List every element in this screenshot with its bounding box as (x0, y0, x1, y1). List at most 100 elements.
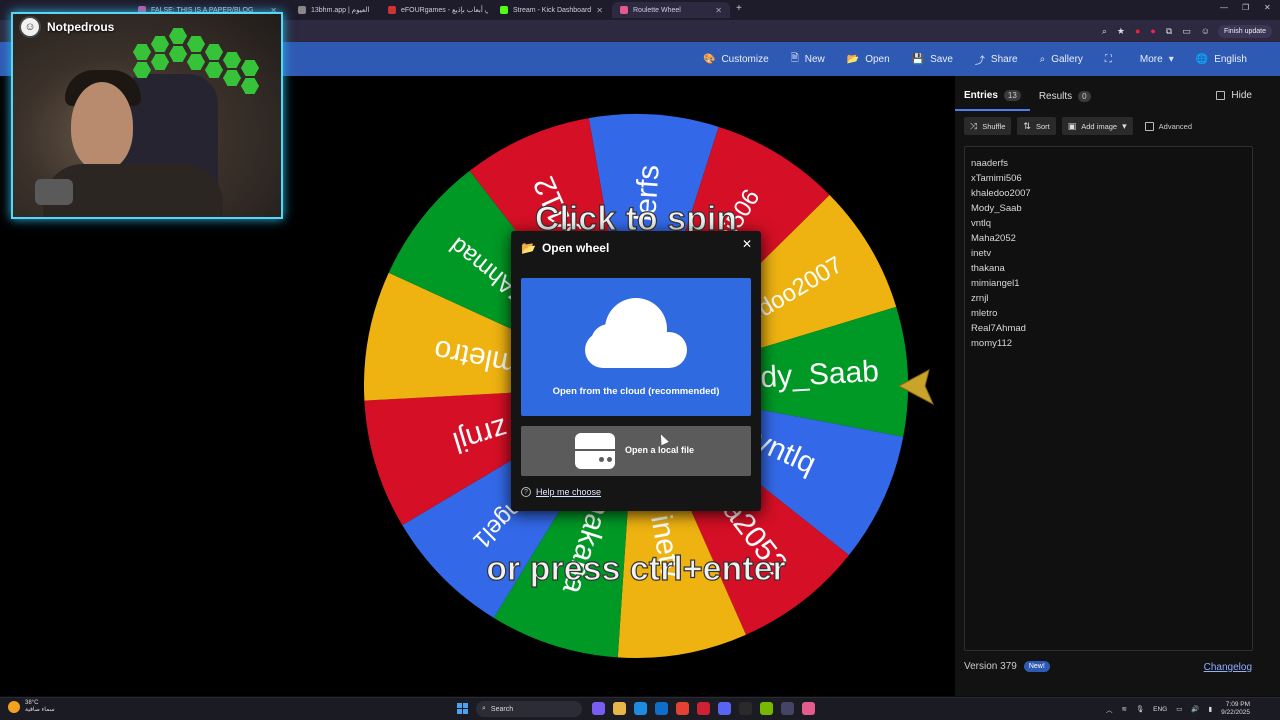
streamer-name: Notpedrous (47, 20, 115, 34)
browser-tab[interactable]: Stream - Kick Dashboard ✕ (492, 2, 610, 18)
toolbar-gallery-button[interactable]: ⌕ Gallery (1029, 42, 1094, 76)
sort-icon: ⇅ (1023, 120, 1031, 131)
entries-toolbar: ⤨ Shuffle ⇅ Sort ▣ Add image ▾ Advanced (964, 117, 1192, 135)
results-count-badge: 0 (1078, 91, 1091, 102)
toolbar-save-button[interactable]: 💾 Save (901, 42, 964, 76)
folder-open-icon: 📂 (521, 241, 536, 255)
changelog-link[interactable]: Changelog (1204, 662, 1252, 673)
volume-icon[interactable]: 🔊 (1191, 705, 1199, 713)
tab-favicon-icon (500, 6, 508, 14)
finish-update-button[interactable]: Finish update (1217, 25, 1272, 38)
checkbox-icon[interactable] (1144, 121, 1154, 131)
entry-line: Mody_Saab (971, 203, 1022, 214)
app-icon[interactable] (781, 702, 794, 715)
app-icon[interactable] (697, 702, 710, 715)
chevron-up-icon[interactable]: ︿ (1106, 704, 1113, 714)
tab-entries[interactable]: Entries 13 (955, 86, 1030, 111)
language-indicator[interactable]: ENG (1153, 706, 1167, 713)
toolbar-share-button[interactable]: ⤴ Share (964, 42, 1029, 76)
avatar: ☺ (19, 16, 41, 38)
share-icon: ⤴ (974, 55, 985, 67)
open-from-cloud-button[interactable]: Open from the cloud (recommended) (521, 278, 751, 416)
browser-tab[interactable]: Roulette Wheel ✕ (612, 2, 730, 18)
search-icon: ⌕ (482, 705, 486, 712)
entry-line: Maha2052 (971, 233, 1016, 244)
toolbar-fullscreen-button[interactable]: ⛶ (1094, 42, 1129, 76)
webcam-overlay: ☺ Notpedrous (11, 12, 283, 219)
panel-tabs: Entries 13 Results 0 (955, 86, 1100, 111)
taskbar-search[interactable]: ⌕ Search (476, 701, 582, 717)
tab-results[interactable]: Results 0 (1030, 86, 1100, 111)
nvidia-icon[interactable] (760, 702, 773, 715)
close-tab-icon[interactable]: ✕ (374, 6, 375, 15)
cloud-button-label: Open from the cloud (recommended) (552, 386, 720, 397)
toolbar-open-button[interactable]: 📂 Open (836, 42, 901, 76)
sun-icon (8, 701, 20, 713)
wifi-icon[interactable]: ≋ (1121, 705, 1126, 713)
cloud-icon (585, 298, 687, 368)
maximize-icon[interactable]: ❐ (1242, 3, 1249, 12)
add-image-button[interactable]: ▣ Add image ▾ (1061, 117, 1133, 135)
version-info: Version 379 New! (964, 661, 1050, 672)
sidebar-icon[interactable]: ▭ (1182, 26, 1191, 37)
chevron-down-icon: ▾ (1168, 53, 1174, 65)
fullscreen-icon: ⛶ (1104, 53, 1112, 65)
entry-line: momy112 (971, 338, 1013, 349)
globe-icon: 🌐 (1195, 53, 1209, 65)
hide-checkbox[interactable]: Hide (1216, 90, 1252, 101)
profile-icon[interactable]: ☺ (1201, 26, 1210, 37)
file-explorer-icon[interactable] (613, 702, 626, 715)
system-tray: ︿ ≋ 🎙 ENG ▭ 🔊 ▮ 7:09 PM 9/22/2025 (1106, 701, 1250, 717)
windows-start-icon[interactable] (457, 703, 469, 715)
pinned-apps (592, 702, 815, 715)
hard-drive-icon (575, 433, 615, 469)
extension-icon[interactable]: ● (1150, 26, 1155, 37)
chevron-down-icon: ▾ (1122, 120, 1127, 131)
toolbar-english-button[interactable]: 🌐 English (1185, 42, 1258, 76)
app-icon[interactable] (802, 702, 815, 715)
app-icon[interactable] (592, 702, 605, 715)
open-local-file-button[interactable]: Open a local file (521, 426, 751, 476)
app-icon[interactable] (739, 702, 752, 715)
advanced-checkbox[interactable]: Advanced (1144, 121, 1192, 131)
help-link[interactable]: Help me choose (536, 487, 601, 497)
new-tab-button[interactable]: + (736, 3, 742, 14)
image-icon: ▣ (1067, 120, 1077, 131)
outlook-icon[interactable] (655, 702, 668, 715)
entry-line: mimiangel1 (971, 278, 1020, 289)
bookmark-star-icon[interactable]: ★ (1117, 26, 1125, 37)
help-circle-icon: ? (521, 487, 531, 497)
sort-button[interactable]: ⇅ Sort (1017, 117, 1056, 135)
close-icon[interactable]: ✕ (742, 237, 752, 251)
browser-tab[interactable]: eFOURgames - تعاطي أبعاب بإذيع✕ (380, 2, 488, 18)
chrome-icon[interactable] (676, 702, 689, 715)
browser-tab[interactable]: 13bhm.app | العيوم✕ (290, 2, 375, 18)
entries-textarea[interactable]: naaderfs xTamimi506 khaledoo2007 Mody_Saab v… (964, 146, 1253, 651)
weather-widget[interactable]: 38°C سماء صافية (8, 700, 55, 714)
extensions-puzzle-icon[interactable]: ⧉ (1166, 26, 1172, 37)
zoom-icon[interactable]: ⌕ (1102, 26, 1107, 37)
clock[interactable]: 7:09 PM 9/22/2025 (1221, 701, 1250, 717)
toolbar-new-button[interactable]: 🗎 New (780, 42, 836, 76)
close-tab-icon[interactable]: ✕ (715, 6, 722, 15)
toolbar-customize-button[interactable]: 🎨 Customize (692, 42, 780, 76)
network-icon[interactable]: ▭ (1176, 705, 1182, 713)
microphone-icon[interactable]: 🎙 (1136, 705, 1144, 713)
discord-icon[interactable] (718, 702, 731, 715)
minimize-icon[interactable]: — (1220, 3, 1228, 12)
entry-line: mletro (971, 308, 998, 319)
toolbar-more-button[interactable]: More ▾ (1129, 42, 1185, 76)
tab-favicon-icon (388, 6, 396, 14)
entry-line: thakana (971, 263, 1005, 274)
shuffle-button[interactable]: ⤨ Shuffle (964, 117, 1012, 135)
close-window-icon[interactable]: ✕ (1264, 3, 1271, 12)
tab-favicon-icon (298, 6, 306, 14)
help-me-choose[interactable]: ? Help me choose (521, 487, 601, 497)
extension-icon[interactable]: ● (1135, 26, 1140, 37)
entry-line: xTamimi506 (971, 173, 1022, 184)
edge-icon[interactable] (634, 702, 647, 715)
close-tab-icon[interactable]: ✕ (596, 6, 603, 15)
battery-icon[interactable]: ▮ (1209, 705, 1213, 713)
checkbox-icon[interactable] (1216, 91, 1226, 100)
search-icon: ⌕ (1039, 53, 1046, 65)
